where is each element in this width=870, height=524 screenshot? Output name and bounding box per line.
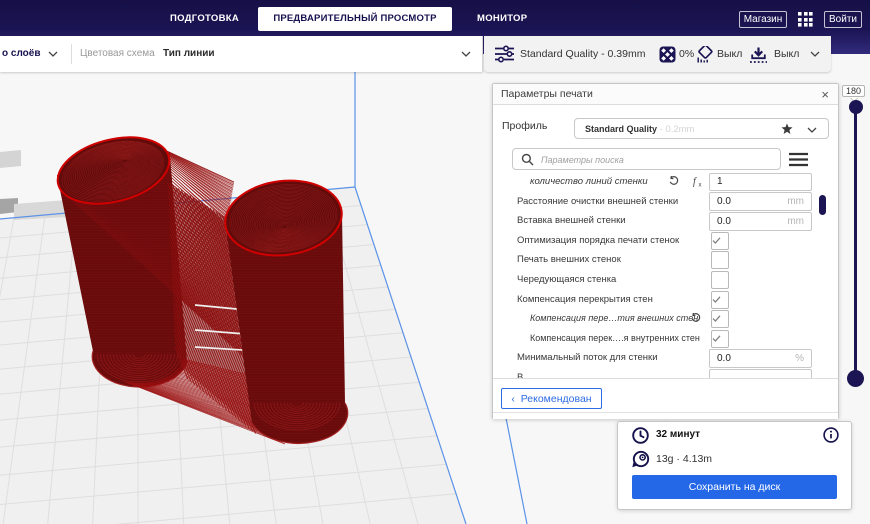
- svg-text:f: f: [693, 177, 697, 188]
- svg-text:x: x: [699, 183, 702, 188]
